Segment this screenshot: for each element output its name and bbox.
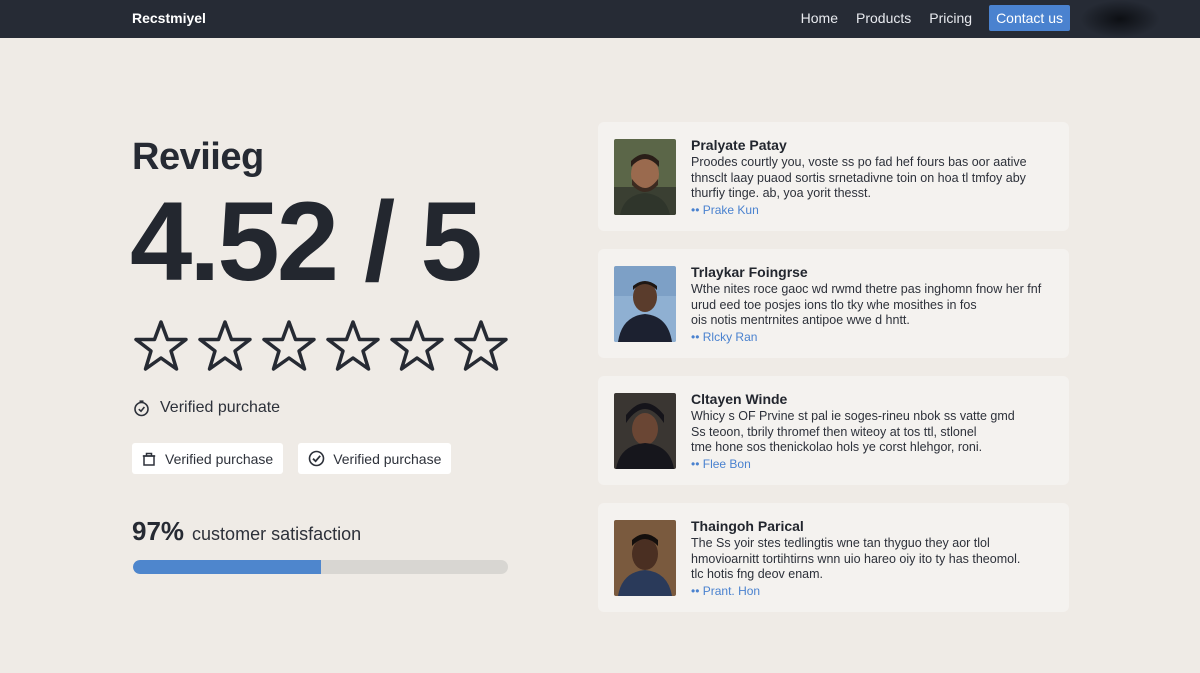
reviewer-avatar (614, 139, 676, 215)
review-text-line: Whicy s OF Prvine st pal ie soges-rineu … (691, 409, 1015, 423)
review-text-line: Proodes courtly you, voste ss po fad hef… (691, 155, 1027, 169)
review-text: Wthe nites roce gaoc wd rwmd thetre pas … (691, 282, 1056, 329)
reviewer-name: Cltayen Winde (691, 391, 788, 407)
review-text-line: The Ss yoir stes tedlingtis wne tan thyg… (691, 536, 990, 550)
verification-chips: Verified purchase Verified purchase (132, 443, 452, 474)
review-text-line: Wthe nites roce gaoc wd rwmd thetre pas … (691, 282, 1042, 296)
star-rating (133, 319, 509, 375)
review-text: Whicy s OF Prvine st pal ie soges-rineu … (691, 409, 1056, 456)
reviewer-avatar (614, 393, 676, 469)
satisfaction-label: customer satisfaction (192, 524, 362, 544)
satisfaction-progress-fill (133, 560, 321, 574)
verified-purchase-note: Verified purchate (133, 399, 280, 417)
review-card: Pralyate Patay Proodes courtly you, vost… (598, 122, 1069, 231)
tag-icon (142, 452, 156, 466)
reviews-heading: Reviieg (132, 136, 264, 178)
satisfaction-progress-bar (133, 560, 508, 574)
review-author-link[interactable]: •• Prant. Hon (691, 584, 760, 598)
review-text: Proodes courtly you, voste ss po fad hef… (691, 155, 1056, 202)
reviewer-name: Pralyate Patay (691, 137, 787, 153)
review-text-line: ois notis mentrnites antipoe wwe d hntt. (691, 313, 910, 327)
average-rating-value: 4.52 / 5 (130, 179, 483, 304)
top-navigation-bar: Recstmiyel Home Products Pricing Contact… (0, 0, 1200, 38)
chip-label: Verified purchase (165, 450, 274, 467)
star-outline-icon (454, 320, 508, 371)
reviewer-name: Thaingoh Parical (691, 518, 804, 534)
star-outline-icon (326, 320, 380, 371)
verified-purchase-chip[interactable]: Verified purchase (132, 443, 284, 474)
review-text-line: tlc hotis fng deov enam. (691, 567, 824, 581)
satisfaction-percent: 97% (132, 516, 185, 546)
nav-home-link[interactable]: Home (794, 5, 845, 31)
clock-check-icon (134, 399, 149, 416)
verified-purchase-text: Verified purchate (160, 399, 281, 416)
brand-logo[interactable]: Recstmiyel (132, 10, 206, 26)
review-author-link[interactable]: •• Rlcky Ran (691, 330, 757, 344)
review-text-line: hmovioarnitt tortihtirns wnn uio hareo o… (691, 551, 1021, 566)
review-card: Cltayen Winde Whicy s OF Prvine st pal i… (598, 376, 1069, 485)
contact-us-button[interactable]: Contact us (989, 5, 1070, 31)
review-text-line: Ss teoon, tbrily thromef then witeoy at … (691, 424, 977, 439)
star-outline-icon (262, 320, 316, 371)
reviewer-avatar (614, 520, 676, 596)
check-circle-icon (308, 450, 325, 467)
review-author-link[interactable]: •• Prake Kun (691, 203, 759, 217)
review-text: The Ss yoir stes tedlingtis wne tan thyg… (691, 536, 1056, 583)
chip-label: Verified purchase (333, 450, 442, 467)
review-text-line: tme hone sos thenickolao hols ye corst h… (691, 440, 983, 454)
reviewer-avatar (614, 266, 676, 342)
star-outline-icon (134, 320, 188, 371)
review-text-line: urud eed toe posjes ions tlo tky whe mos… (691, 297, 977, 312)
reviewer-name: Trlaykar Foingrse (691, 264, 808, 280)
nav-products-link[interactable]: Products (849, 5, 918, 31)
verified-purchase-chip[interactable]: Verified purchase (298, 443, 452, 474)
review-card: Thaingoh Parical The Ss yoir stes tedlin… (598, 503, 1069, 612)
star-outline-icon (198, 320, 252, 371)
customer-satisfaction: 97% customer satisfaction (132, 516, 361, 547)
main-nav: Home Products Pricing Contact us (794, 5, 1070, 31)
review-text-line: thnsclt laay puaod sortis srnetadivne to… (691, 170, 1026, 185)
review-author-link[interactable]: •• Flee Bon (691, 457, 751, 471)
review-card: Trlaykar Foingrse Wthe nites roce gaoc w… (598, 249, 1069, 358)
header-shadow-decoration (1080, 0, 1160, 38)
nav-pricing-link[interactable]: Pricing (922, 5, 979, 31)
star-outline-icon (390, 320, 444, 371)
review-text-line: thurfiy tinge. ab, yoa yorit thesst. (691, 186, 871, 200)
